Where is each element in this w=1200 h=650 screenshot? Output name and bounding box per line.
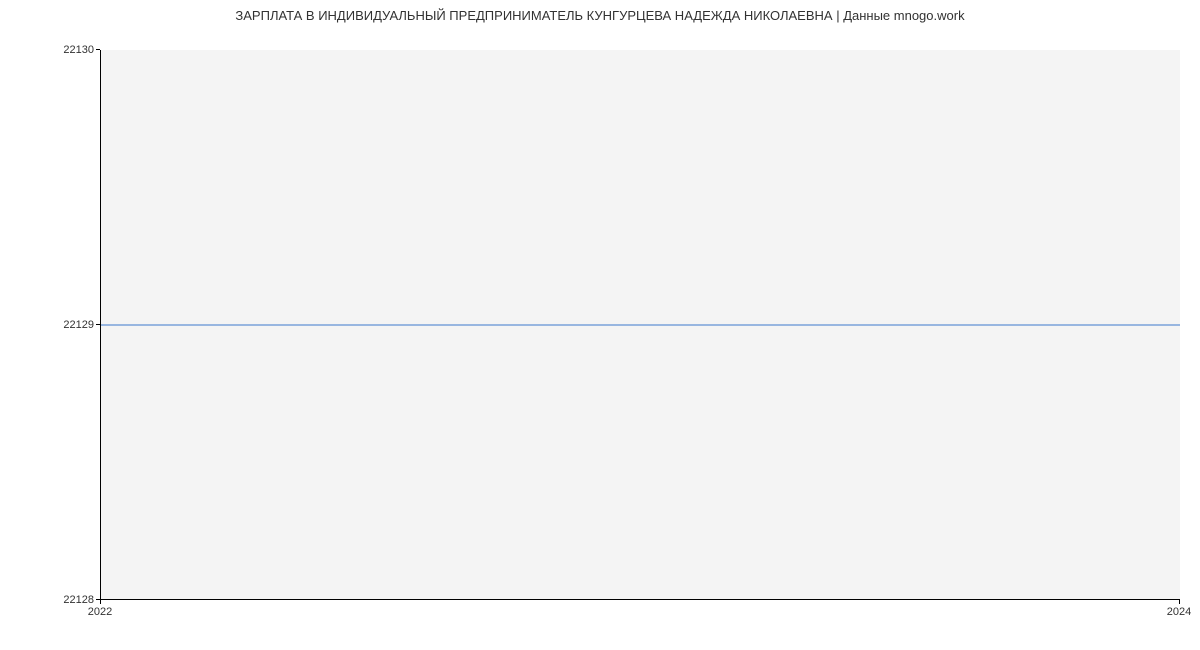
y-tick-label: 22129 [63, 319, 94, 331]
plot-area [100, 50, 1180, 600]
y-tick-mark [96, 49, 100, 50]
y-tick-mark [96, 324, 100, 325]
x-tick-mark [1179, 600, 1180, 604]
chart-title: ЗАРПЛАТА В ИНДИВИДУАЛЬНЫЙ ПРЕДПРИНИМАТЕЛ… [0, 8, 1200, 23]
data-line [101, 324, 1180, 325]
x-tick-mark [100, 600, 101, 604]
y-tick-label: 22130 [63, 44, 94, 56]
y-tick-label: 22128 [63, 594, 94, 606]
x-tick-label: 2022 [88, 606, 112, 618]
x-tick-label: 2024 [1167, 606, 1191, 618]
